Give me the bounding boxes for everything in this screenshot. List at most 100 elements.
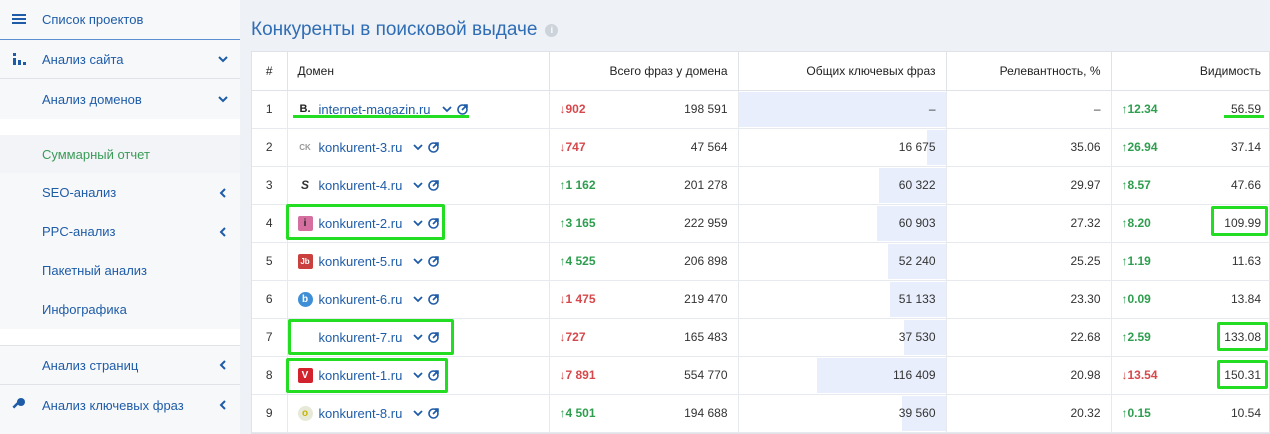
common-cell: 116 409 [738,356,947,395]
chevron-down-icon[interactable] [412,255,424,267]
domain-link[interactable]: konkurent-3.ru [319,140,403,155]
info-icon[interactable]: i [545,23,559,37]
delta-value: 7 891 [565,368,596,382]
delta-value: 1 162 [565,178,596,192]
chevron-down-icon[interactable] [412,331,424,343]
total-value: 554 770 [684,368,728,382]
domain-link[interactable]: konkurent-8.ru [319,406,403,421]
col-header-visibility[interactable]: Видимость [1111,52,1270,91]
favicon-icon: Jb [297,253,313,269]
chevron-down-icon[interactable] [441,103,453,115]
external-link-icon[interactable] [427,217,440,230]
col-header-common[interactable]: Общих ключевых фраз [738,52,947,91]
visibility-cell: ↑0.15 10.54 [1111,394,1270,433]
chevron-down-icon[interactable] [412,369,424,381]
common-cell: 51 133 [738,280,947,319]
chevron-left-icon [219,226,226,237]
favicon-text: S [300,178,309,192]
sidebar-item-seo[interactable]: SEO-анализ [0,173,240,212]
sidebar-item-infographics[interactable]: Инфографика [0,290,240,329]
external-link-icon[interactable] [427,179,440,192]
col-header-total[interactable]: Всего фраз у домена [549,52,739,91]
domain-link[interactable]: internet-magazin.ru [319,102,431,117]
sidebar-item-summary-report[interactable]: Суммарный отчет [0,135,240,173]
sidebar-item-label: Анализ доменов [42,91,142,107]
col-header-domain[interactable]: Домен [287,52,550,91]
domain-cell: Skonkurent-4.ru [287,166,550,205]
domain-link[interactable]: konkurent-4.ru [319,178,403,193]
external-link-icon[interactable] [427,293,440,306]
favicon-text: B. [299,103,311,115]
visibility-cell: ↑2.59 133.08 [1111,318,1270,357]
table-row: 4 i konkurent-2.ru ↑3 165 222 959 60 903 27.32… [252,204,1270,243]
chevron-down-icon[interactable] [412,179,424,191]
delta-value: 3 165 [565,216,596,230]
chevron-down-icon[interactable] [412,407,424,419]
row-number: 2 [252,128,288,167]
delta-badge: ↓727 [560,330,586,344]
favicon-icon: o [297,405,313,421]
col-header-num[interactable]: # [252,52,288,91]
visibility-delta-value: 2.59 [1127,330,1151,344]
visibility-cell: ↑8.57 47.66 [1111,166,1270,205]
visibility-delta-value: 1.19 [1127,254,1151,268]
external-link-icon[interactable] [456,103,469,116]
favicon-icon: V [297,367,313,383]
common-cell: 52 240 [738,242,947,281]
table-header: # Домен Всего фраз у домена Общих ключев… [252,52,1270,91]
row-number: 6 [252,280,288,319]
visibility-delta-value: 0.15 [1127,406,1151,420]
domain-cell: Vkonkurent-1.ru [287,356,550,395]
visibility-cell: ↑26.94 37.14 [1111,128,1270,167]
visibility-cell: ↑0.09 13.84 [1111,280,1270,319]
sidebar-item-projects[interactable]: Список проектов [0,0,240,38]
total-cell: ↑3 165 222 959 [549,204,739,243]
chevron-left-icon [219,187,226,198]
visibility-delta: ↓13.54 [1122,368,1158,382]
delta-value: 4 501 [565,406,596,420]
table-row: 3 Skonkurent-4.ru ↑1 162 201 278 60 322 29.97… [252,166,1270,205]
sidebar-item-keyword-analysis[interactable]: Анализ ключевых фраз [0,385,240,425]
domain-link[interactable]: konkurent-7.ru [319,330,403,345]
external-link-icon[interactable] [427,141,440,154]
favicon-icon [298,330,313,345]
external-link-icon[interactable] [427,331,440,344]
chevron-down-icon[interactable] [412,293,424,305]
total-value: 201 278 [684,178,728,192]
common-cell: 16 675 [738,128,947,167]
visibility-delta: ↑26.94 [1122,140,1158,154]
domain-link[interactable]: konkurent-5.ru [319,254,403,269]
sidebar-item-label: SEO-анализ [42,185,117,200]
sidebar-item-ppc[interactable]: PPC-анализ [0,212,240,251]
sidebar-item-batch[interactable]: Пакетный анализ [0,251,240,290]
sidebar-item-site-analysis[interactable]: Анализ сайта [0,40,240,78]
sidebar-item-label: Список проектов [42,11,144,27]
external-link-icon[interactable] [427,407,440,420]
external-link-icon[interactable] [427,255,440,268]
table-row: 8 Vkonkurent-1.ru ↓7 891 554 770 116 409 20.9… [252,356,1270,395]
sidebar-item-page-analysis[interactable]: Анализ страниц [0,346,240,384]
chevron-down-icon[interactable] [412,217,424,229]
col-header-relevance[interactable]: Релевантность, % [946,52,1112,91]
sidebar-item-domain-analysis[interactable]: Анализ доменов [0,79,240,119]
visibility-delta: ↑12.34 [1122,102,1158,116]
relevance-cell: 20.32 [946,394,1112,433]
total-cell: ↓747 47 564 [549,128,739,167]
total-value: 219 470 [684,292,728,306]
visibility-delta: ↑8.20 [1122,216,1151,230]
row-number: 4 [252,204,288,243]
total-value: 198 591 [684,102,728,116]
total-cell: ↑4 501 194 688 [549,394,739,433]
sidebar-item-label: Суммарный отчет [42,146,150,162]
chevron-down-icon[interactable] [412,141,424,153]
domain-link[interactable]: konkurent-2.ru [319,216,403,231]
domain-link[interactable]: konkurent-1.ru [319,368,403,383]
total-cell: ↓902 198 591 [549,90,739,129]
relevance-cell: 35.06 [946,128,1112,167]
row-number: 3 [252,166,288,205]
main-content: Конкуренты в поисковой выдаче i # Домен … [240,0,1270,434]
external-link-icon[interactable] [427,369,440,382]
domain-link[interactable]: konkurent-6.ru [319,292,403,307]
key-icon [12,398,25,409]
common-value: 39 560 [898,406,936,420]
